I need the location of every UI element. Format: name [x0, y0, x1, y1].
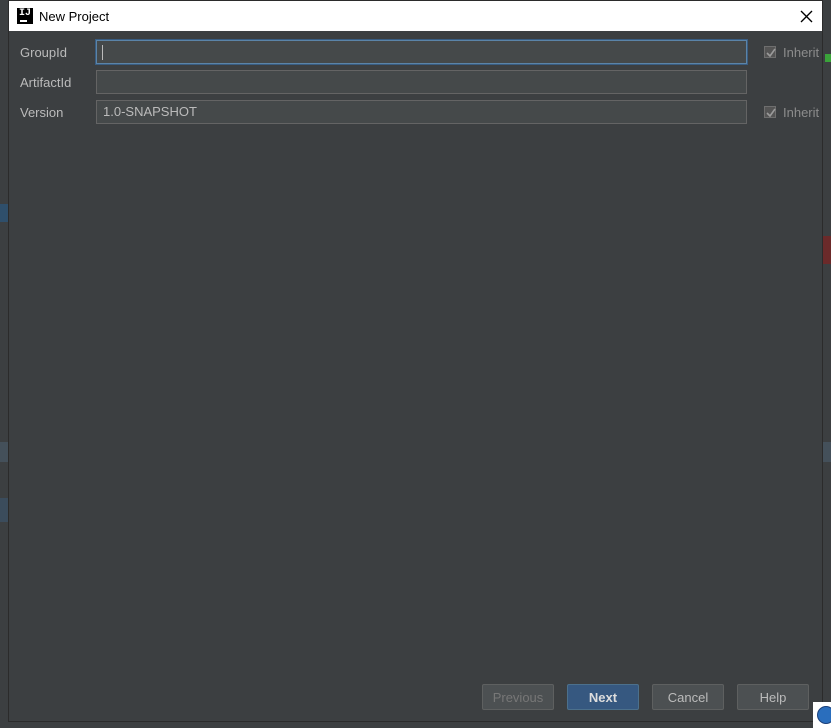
- version-value: 1.0-SNAPSHOT: [103, 104, 197, 119]
- groupid-inherit-label: Inherit: [783, 44, 820, 60]
- dialog-title: New Project: [39, 8, 110, 24]
- version-row: Version 1.0-SNAPSHOT Inherit: [20, 99, 822, 125]
- checkbox-box: [764, 106, 776, 118]
- version-label: Version: [20, 104, 64, 120]
- artifactid-label: ArtifactId: [20, 74, 72, 90]
- close-button[interactable]: [790, 1, 822, 31]
- version-input[interactable]: 1.0-SNAPSHOT: [96, 100, 747, 124]
- artifactid-row: ArtifactId: [20, 69, 822, 95]
- background-error-indicator: [823, 236, 831, 264]
- intellij-logo-icon: IJ: [17, 8, 33, 24]
- background-panel-strip: [823, 442, 831, 462]
- title-bar[interactable]: IJ New Project: [9, 1, 822, 31]
- groupid-row: GroupId Inherit: [20, 39, 822, 65]
- text-caret: [102, 45, 103, 60]
- checkmark-icon: [766, 48, 776, 58]
- new-project-dialog: IJ New Project GroupId Inherit ArtifactI…: [8, 0, 823, 722]
- background-selection-strip: [0, 204, 8, 222]
- close-icon: [800, 10, 812, 22]
- version-inherit-checkbox[interactable]: Inherit: [764, 105, 819, 120]
- help-button[interactable]: Help: [737, 684, 809, 710]
- cancel-button[interactable]: Cancel: [652, 684, 724, 710]
- checkbox-box: [764, 46, 776, 58]
- next-button[interactable]: Next: [567, 684, 639, 710]
- version-inherit-label: Inherit: [783, 104, 820, 120]
- background-panel-strip: [0, 498, 8, 522]
- groupid-inherit-checkbox[interactable]: Inherit: [764, 45, 819, 60]
- checkmark-icon: [766, 108, 776, 118]
- background-run-indicator: [825, 54, 831, 62]
- background-app-right-edge: [823, 0, 831, 728]
- background-app-left-edge: [0, 0, 8, 728]
- artifactid-input[interactable]: [96, 70, 747, 94]
- groupid-input[interactable]: [96, 40, 747, 64]
- previous-button[interactable]: Previous: [482, 684, 554, 710]
- globe-icon: [817, 706, 831, 724]
- groupid-label: GroupId: [20, 44, 67, 60]
- system-tray-corner: [813, 702, 831, 728]
- background-panel-strip: [0, 442, 8, 462]
